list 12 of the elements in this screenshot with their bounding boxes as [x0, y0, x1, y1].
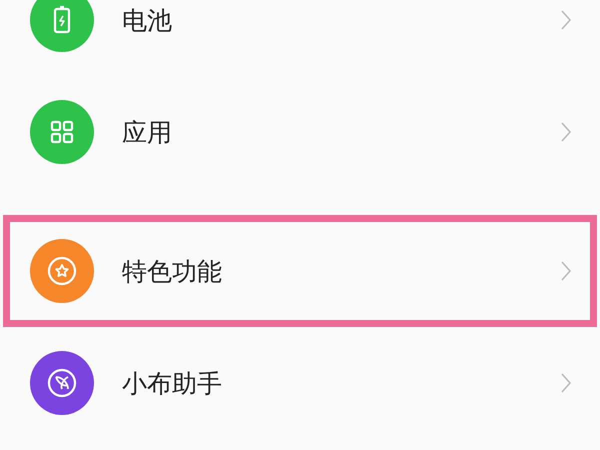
- setting-label[interactable]: 特色功能: [122, 254, 532, 288]
- setting-icon-circle[interactable]: [30, 0, 94, 52]
- chevron-icon: [560, 121, 572, 143]
- setting-label[interactable]: 应用: [122, 116, 532, 148]
- chevron-icon: [560, 9, 572, 31]
- grid-icon: [49, 119, 75, 145]
- setting-label[interactable]: 电池: [122, 4, 532, 36]
- chevron-icon: [560, 260, 572, 282]
- chevron-icon: [560, 372, 572, 394]
- setting-label[interactable]: 小布助手: [122, 366, 532, 400]
- assistant-icon: [46, 367, 78, 399]
- battery-icon: [52, 5, 72, 35]
